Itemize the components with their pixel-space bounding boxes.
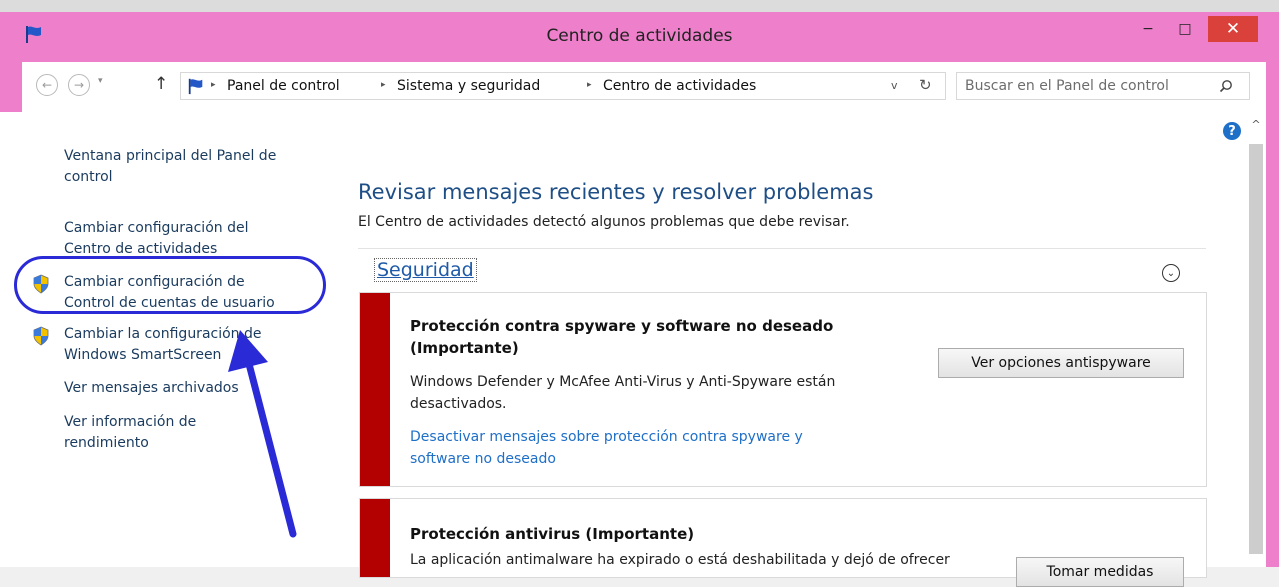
control-panel-window: Centro de actividades − □ ✕ ← → ▾ ↑ ▸ Pa…: [0, 12, 1279, 587]
desktop-background-strip: [0, 0, 1279, 12]
annotation-arrow-icon: [228, 330, 297, 538]
